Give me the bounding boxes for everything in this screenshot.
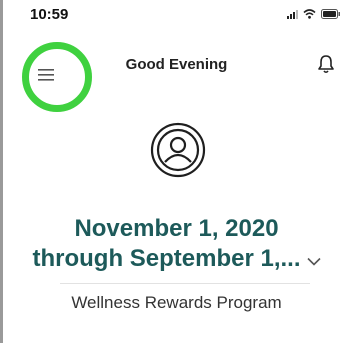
battery-icon [321, 9, 341, 19]
divider [60, 283, 310, 284]
user-avatar-icon[interactable] [150, 122, 206, 178]
date-range-line1: November 1, 2020 [74, 215, 279, 242]
status-bar: 10:59 [0, 0, 353, 28]
bell-icon[interactable] [317, 54, 335, 79]
app-header: Good Evening [0, 40, 353, 112]
highlight-ring [22, 42, 92, 112]
status-icons [287, 9, 341, 19]
chevron-down-icon[interactable] [306, 244, 321, 274]
signal-icon [287, 9, 298, 19]
wifi-icon [303, 9, 316, 19]
greeting-title: Good Evening [125, 56, 228, 73]
date-range-selector[interactable]: November 1, 2020 through September 1,... [0, 214, 353, 274]
program-name: Wellness Rewards Program [71, 293, 282, 312]
status-time: 10:59 [30, 6, 69, 23]
date-range-line2: through September 1,... [32, 245, 301, 272]
